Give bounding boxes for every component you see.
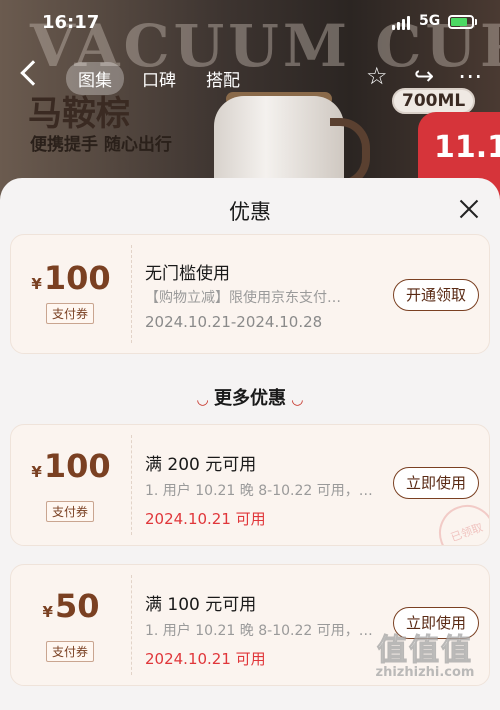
coupon-type-badge: 支付券 xyxy=(46,641,95,662)
coupon-value: ¥50 xyxy=(11,587,131,625)
banner-slogan: 便携提手 随心出行 xyxy=(30,135,172,155)
share-icon[interactable]: ↪ xyxy=(414,64,434,88)
smile-deco-icon: ◡ xyxy=(197,392,208,408)
battery-tip xyxy=(475,19,477,25)
coupon-card: ¥100 支付券 无门槛使用 【购物立减】限使用京东支付… 2024.10.21… xyxy=(10,234,490,354)
coupon-title: 满 200 元可用 xyxy=(145,455,257,475)
coupon-amount: 100 xyxy=(43,259,111,297)
star-icon[interactable]: ☆ xyxy=(366,64,388,88)
coupon-type-badge: 支付券 xyxy=(46,303,95,324)
use-now-button[interactable]: 立即使用 xyxy=(393,467,479,499)
tab-matching[interactable]: 搭配 xyxy=(194,62,252,95)
tab-gallery[interactable]: 图集 xyxy=(66,62,124,95)
sheet-title: 优惠 xyxy=(229,200,271,224)
coupon-currency: ¥ xyxy=(31,463,42,481)
coupon-desc: 1. 用户 10.21 晚 8-10.22 可用，… xyxy=(145,483,373,499)
coupon-value: ¥100 xyxy=(11,447,131,485)
coupon-date: 2024.10.21-2024.10.28 xyxy=(145,313,323,331)
coupon-currency: ¥ xyxy=(42,603,53,621)
section-title: ◡ 更多优惠 ◡ xyxy=(0,384,500,410)
network-type: 5G xyxy=(419,13,441,29)
status-time: 16:17 xyxy=(42,12,100,33)
claimed-stamp: 已领取 xyxy=(431,497,489,545)
close-icon[interactable] xyxy=(458,198,480,220)
coupon-value: ¥100 xyxy=(11,259,131,297)
coupon-desc: 1. 用户 10.21 晚 8-10.22 可用，… xyxy=(145,623,373,639)
coupon-divider xyxy=(131,575,132,675)
coupon-amount: 100 xyxy=(43,447,111,485)
coupon-divider xyxy=(131,435,132,535)
watermark-logo: 值值值 xyxy=(377,633,473,669)
sheet-header: 优惠 xyxy=(0,178,500,240)
battery-icon xyxy=(448,15,474,29)
coupon-title: 满 100 元可用 xyxy=(145,595,257,615)
signal-icon xyxy=(392,16,410,30)
coupon-desc: 【购物立减】限使用京东支付… xyxy=(145,290,341,306)
coupon-date: 2024.10.21 可用 xyxy=(145,510,266,528)
coupon-type-badge: 支付券 xyxy=(46,501,95,522)
coupon-currency: ¥ xyxy=(31,275,42,293)
watermark-url: zhizhizhi.com xyxy=(375,665,475,680)
section-title-text: 更多优惠 xyxy=(214,388,286,409)
site-watermark: 值值值 zhizhizhi.com xyxy=(350,625,500,681)
more-dots-icon[interactable]: ⋯ xyxy=(458,64,482,88)
tab-reviews[interactable]: 口碑 xyxy=(130,62,188,95)
coupon-title: 无门槛使用 xyxy=(145,264,230,284)
coupon-date: 2024.10.21 可用 xyxy=(145,650,266,668)
coupon-amount: 50 xyxy=(54,587,100,625)
coupon-card: ¥100 支付券 满 200 元可用 1. 用户 10.21 晚 8-10.22… xyxy=(10,424,490,546)
coupon-divider xyxy=(131,245,132,343)
product-tabs: 图集 口碑 搭配 xyxy=(66,62,252,95)
activate-claim-button[interactable]: 开通领取 xyxy=(393,279,479,311)
smile-deco-icon: ◡ xyxy=(292,392,303,408)
capacity-badge: 700ML xyxy=(392,88,476,114)
status-bar: 16:17 5G xyxy=(0,0,500,44)
battery-level xyxy=(451,18,467,26)
